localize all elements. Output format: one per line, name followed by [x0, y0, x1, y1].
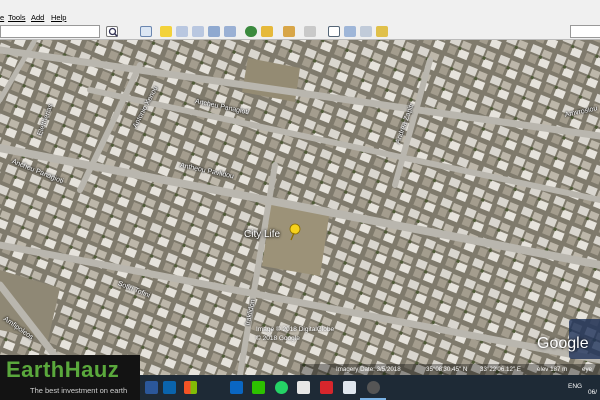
google-earth-icon[interactable]	[367, 381, 380, 394]
overlay-icon[interactable]	[208, 26, 220, 37]
eye-altitude-readout: eye	[582, 366, 592, 373]
place-label[interactable]: City Life	[244, 229, 280, 240]
polygon-icon[interactable]	[176, 26, 188, 37]
latitude-readout: 35°08'30.45" N	[426, 366, 468, 373]
language-indicator[interactable]: ENG	[568, 383, 582, 390]
search-icon[interactable]	[106, 26, 118, 37]
sun-icon[interactable]	[261, 26, 273, 37]
word-icon[interactable]	[145, 381, 158, 394]
longitude-readout: 33°22'06.12" E	[480, 366, 521, 373]
historical-imagery-icon[interactable]	[245, 26, 257, 37]
copyright-notice: Image © 2018 DigitalGlobe © 2018 Google	[256, 325, 376, 343]
imagery-date: Imagery Date: 3/5/2018	[336, 366, 401, 373]
search-input[interactable]	[0, 25, 100, 38]
status-bar: Imagery Date: 3/5/2018 35°08'30.45" N 33…	[300, 364, 600, 375]
brand-tagline: The best investment on earth	[30, 386, 128, 395]
toolbar	[0, 24, 600, 40]
ruler-icon[interactable]	[304, 26, 316, 37]
email-icon[interactable]	[328, 26, 340, 37]
menu-help[interactable]: Help	[51, 13, 66, 22]
elevation-readout: elev 187 m	[537, 366, 568, 373]
acrobat-icon[interactable]	[320, 381, 333, 394]
record-tour-icon[interactable]	[224, 26, 236, 37]
photos-icon[interactable]	[343, 381, 356, 394]
placemark-icon[interactable]	[160, 26, 172, 37]
menu-add[interactable]: Add	[31, 13, 44, 22]
clock[interactable]: 06/	[588, 389, 597, 396]
print-icon[interactable]	[344, 26, 356, 37]
save-image-icon[interactable]	[360, 26, 372, 37]
menu-bar: e Tools Add Help	[0, 0, 600, 24]
outlook-icon[interactable]	[163, 381, 176, 394]
menu-file[interactable]: e	[0, 13, 4, 22]
planets-icon[interactable]	[283, 26, 295, 37]
satellite-map[interactable]: Ancheu Panagioti Antheou Pavlidou Ancheu…	[0, 40, 600, 375]
maps-icon[interactable]	[376, 26, 388, 37]
brand-overlay: EarthHauz The best investment on earth	[0, 355, 140, 400]
pushpin-icon[interactable]	[288, 223, 302, 243]
wechat-icon[interactable]	[252, 381, 265, 394]
whatsapp-icon[interactable]	[275, 381, 288, 394]
path-icon[interactable]	[192, 26, 204, 37]
paint-icon[interactable]	[297, 381, 310, 394]
secondary-search-field[interactable]	[570, 25, 600, 38]
windows-icon[interactable]	[184, 381, 197, 394]
google-logo: Google	[537, 335, 589, 352]
sidebar-icon[interactable]	[140, 26, 152, 37]
menu-tools[interactable]: Tools	[8, 13, 26, 22]
brand-logo: EarthHauz	[6, 357, 120, 382]
linkedin-icon[interactable]	[230, 381, 243, 394]
copyright-line: © 2018 Google	[256, 335, 300, 342]
copyright-line: Image © 2018 DigitalGlobe	[256, 326, 335, 333]
